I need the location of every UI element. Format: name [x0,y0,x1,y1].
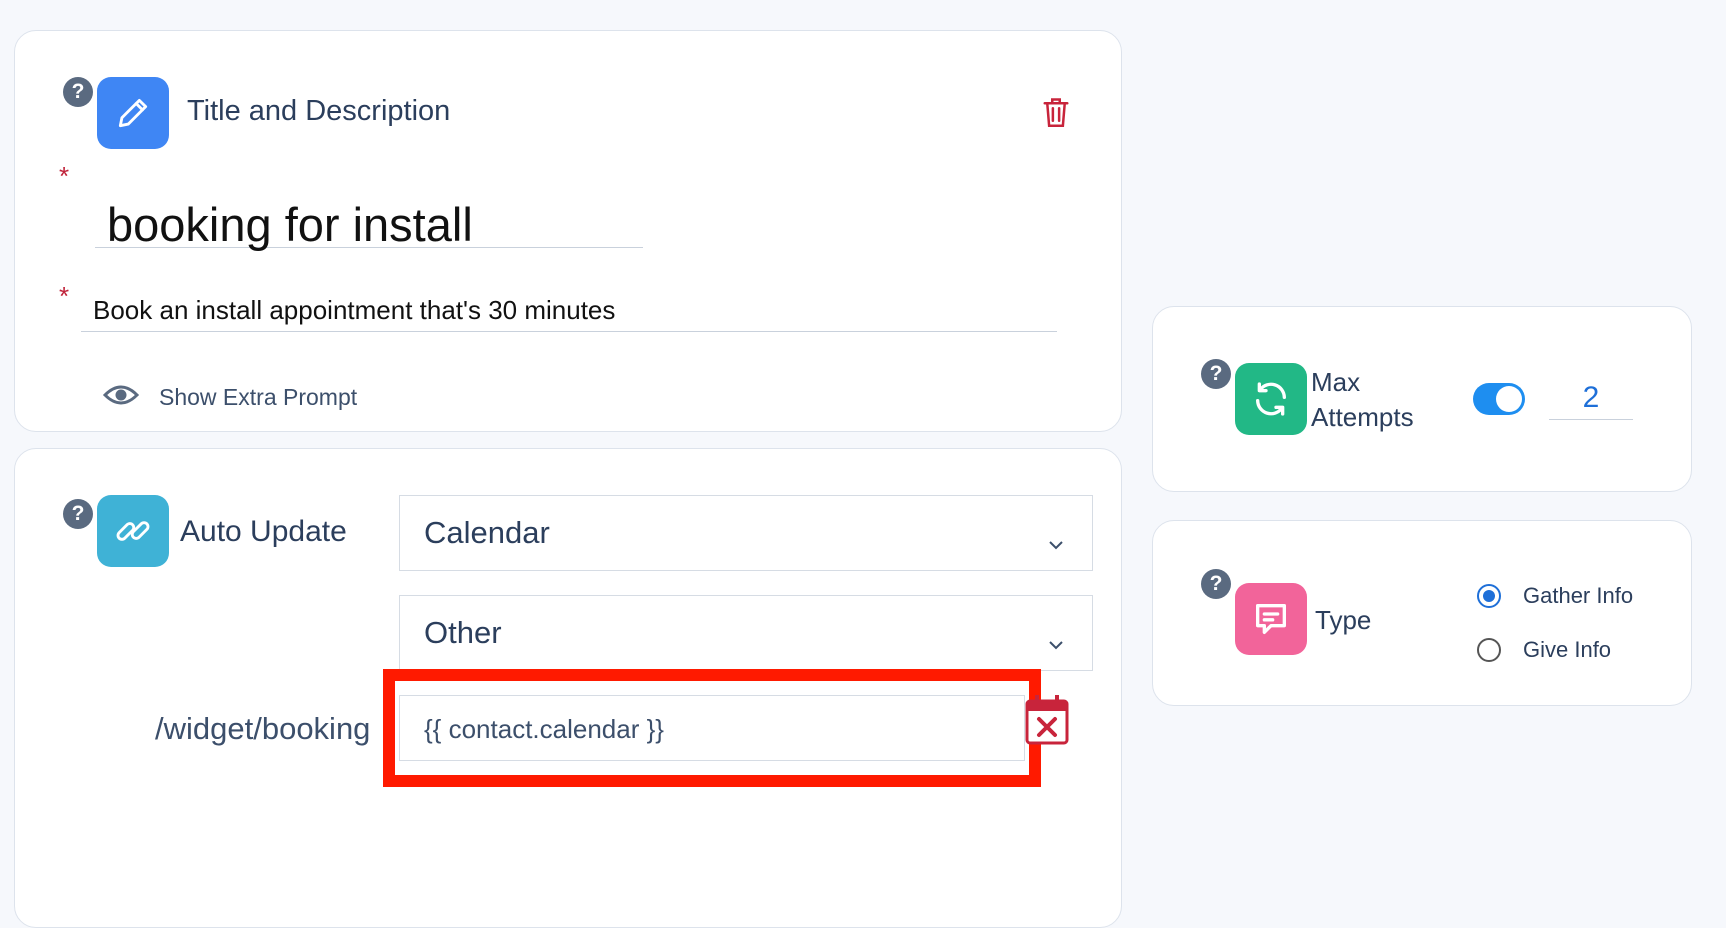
auto-update-label: Auto Update [180,515,347,548]
calendar-field-input[interactable]: {{ contact.calendar }} [399,695,1025,761]
radio-selected[interactable] [1477,584,1501,608]
section-title: Title and Description [187,95,451,127]
auto-update-card: ? Auto Update Calendar Other /widget/boo… [14,448,1122,928]
help-icon[interactable]: ? [63,499,93,529]
calendar-select-value: Calendar [424,515,550,550]
max-attempts-label-line1: Max [1311,367,1361,397]
type-label: Type [1315,605,1372,635]
chat-bubble-icon [1235,583,1307,655]
help-icon[interactable]: ? [1201,569,1231,599]
other-select-value: Other [424,615,502,650]
calendar-remove-icon[interactable] [1025,693,1069,750]
radio-label: Give Info [1523,637,1612,662]
description-input-value: Book an install appointment that's 30 mi… [93,295,616,325]
required-asterisk: * [59,161,70,191]
max-attempts-input[interactable]: 2 [1549,377,1633,420]
description-input[interactable]: Book an install appointment that's 30 mi… [81,287,1057,332]
radio-option-gather-info[interactable]: Gather Info [1477,583,1633,609]
help-icon[interactable]: ? [63,77,93,107]
help-icon[interactable]: ? [1201,359,1231,389]
title-input-value: booking for install [107,198,473,251]
pencil-icon [97,77,169,149]
widget-path-label: /widget/booking [155,711,371,746]
type-card: ? Type Gather Info Give Info [1152,520,1692,706]
other-select[interactable]: Other [399,595,1093,671]
refresh-icon [1235,363,1307,435]
delete-icon[interactable] [1041,95,1071,134]
path-label-clip: /widget/booking [155,711,395,761]
title-description-card: ? Title and Description * booking for in… [14,30,1122,432]
link-icon [97,495,169,567]
toggle-knob [1496,386,1522,412]
max-attempts-toggle[interactable] [1473,383,1525,415]
chevron-down-icon [1048,525,1064,561]
radio-unselected[interactable] [1477,638,1501,662]
radio-option-give-info[interactable]: Give Info [1477,637,1611,663]
max-attempts-card: ? Max Attempts 2 [1152,306,1692,492]
max-attempts-label-line2: Attempts [1311,402,1414,432]
max-attempts-value: 2 [1582,381,1600,414]
required-asterisk: * [59,281,70,311]
chevron-down-icon [1048,625,1064,661]
title-input[interactable]: booking for install [95,187,643,251]
show-extra-prompt-link[interactable]: Show Extra Prompt [102,383,358,412]
calendar-select[interactable]: Calendar [399,495,1093,571]
calendar-field-value: {{ contact.calendar }} [424,714,664,744]
eye-icon [102,383,140,412]
radio-label: Gather Info [1523,583,1634,608]
show-extra-prompt-label: Show Extra Prompt [159,384,358,410]
